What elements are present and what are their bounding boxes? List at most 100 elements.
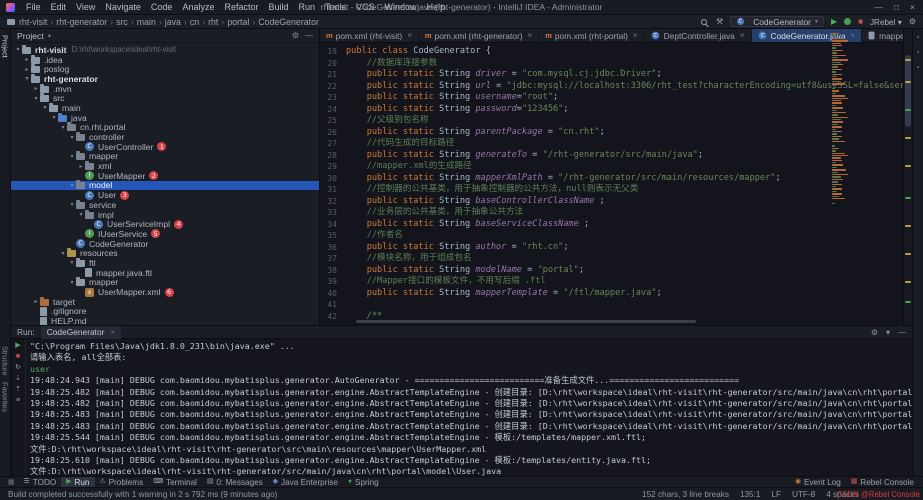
expand-arrow[interactable]: ▾ xyxy=(68,134,76,141)
scrollbar-thumb[interactable] xyxy=(905,55,911,127)
toolwindow-problems[interactable]: ⚠Problems xyxy=(95,477,149,487)
toolwindow-todo[interactable]: ☰TODO xyxy=(19,477,62,487)
tool-strip-button[interactable]: ▪ xyxy=(917,35,919,41)
toolwindow-run[interactable]: ▶Run xyxy=(61,477,94,487)
expand-arrow[interactable]: ▸ xyxy=(32,85,40,92)
tree-item[interactable]: ▾controller xyxy=(11,132,319,142)
tree-item[interactable]: ▾rht-generator xyxy=(11,74,319,84)
menu-navigate[interactable]: Navigate xyxy=(100,2,146,12)
tool-strip-button[interactable]: ▪ xyxy=(917,50,919,56)
settings-gear-icon[interactable]: ⚙ xyxy=(292,31,299,40)
jrebel-menu[interactable]: JRebel ▾ xyxy=(870,17,902,27)
close-icon[interactable]: × xyxy=(110,328,115,337)
expand-arrow[interactable]: ▾ xyxy=(68,201,76,208)
maximize-icon[interactable]: □ xyxy=(894,2,899,12)
tree-item[interactable]: ▾ftl xyxy=(11,258,319,268)
breadcrumb-item[interactable]: rht xyxy=(208,17,218,27)
expand-arrow[interactable]: ▾ xyxy=(14,46,22,53)
breadcrumb-item[interactable]: rht-visit xyxy=(19,17,47,27)
tree-item[interactable]: xUserMapper.xml6 xyxy=(11,287,319,297)
minimize-icon[interactable]: — xyxy=(874,2,883,12)
settings-gear-icon[interactable]: ⚙ xyxy=(909,18,916,26)
tree-item[interactable]: CUser3 xyxy=(11,190,319,200)
expand-arrow[interactable]: ▸ xyxy=(77,163,85,170)
tree-item[interactable]: ▾resources xyxy=(11,248,319,258)
close-icon[interactable]: × xyxy=(528,31,533,40)
scroll-up-icon[interactable]: ⇡ xyxy=(15,386,21,393)
breadcrumb-item[interactable]: rht-generator xyxy=(56,17,107,27)
tree-item[interactable]: ▾mapper xyxy=(11,278,319,288)
tree-item[interactable]: IUserMapper2 xyxy=(11,171,319,181)
run-button[interactable]: ▶ xyxy=(831,18,837,26)
expand-arrow[interactable]: ▾ xyxy=(68,279,76,286)
editor-tab[interactable]: mpom.xml (rht-generator)× xyxy=(419,29,539,42)
expand-arrow[interactable]: ▾ xyxy=(68,153,76,160)
expand-arrow[interactable]: ▾ xyxy=(41,104,49,111)
close-icon[interactable]: × xyxy=(633,31,638,40)
settings-gear-icon[interactable]: ⚙ xyxy=(871,328,878,337)
hide-panel-icon[interactable]: — xyxy=(898,328,906,337)
search-icon[interactable] xyxy=(701,19,707,25)
status-item[interactable]: UTF-8 xyxy=(792,490,815,499)
close-icon[interactable]: × xyxy=(740,31,745,40)
tree-item[interactable]: ▾service xyxy=(11,200,319,210)
build-hammer-icon[interactable]: ⚒ xyxy=(716,18,723,26)
debug-button[interactable] xyxy=(844,18,851,25)
status-item[interactable]: 152 chars, 3 line breaks xyxy=(642,490,729,499)
soft-wrap-icon[interactable]: ≡ xyxy=(16,397,20,404)
editor-tab[interactable]: mpom.xml (rht-visit)× xyxy=(320,29,419,42)
stop-button[interactable]: ■ xyxy=(858,18,863,26)
tree-item[interactable]: ▸.idea xyxy=(11,55,319,65)
editor-tab[interactable]: CDeptController.java× xyxy=(645,29,752,42)
menu-edit[interactable]: Edit xyxy=(46,2,72,12)
close-icon[interactable]: × xyxy=(850,31,855,40)
tree-item[interactable]: ▾model xyxy=(11,181,319,191)
tree-item[interactable]: ▾java xyxy=(11,113,319,123)
tool-strip-button[interactable]: ▪ xyxy=(917,65,919,71)
tree-item[interactable]: ▾impl xyxy=(11,210,319,220)
tree-item[interactable]: CUserServiceImpl4 xyxy=(11,219,319,229)
scroll-down-icon[interactable]: ⇣ xyxy=(15,375,21,382)
toolstrip-favorites[interactable]: Favorites xyxy=(1,382,10,412)
menu-help[interactable]: Help xyxy=(422,2,451,12)
code-area[interactable]: 19public class CodeGenerator {20 //数据库连接… xyxy=(320,43,912,325)
collapse-icon[interactable]: ▾ xyxy=(886,328,890,337)
run-config-select[interactable]: C CodeGenerator ▾ xyxy=(730,16,824,27)
menu-refactor[interactable]: Refactor xyxy=(219,2,263,12)
breadcrumb-item[interactable]: main xyxy=(137,17,156,27)
menu-view[interactable]: View xyxy=(71,2,100,12)
status-item[interactable]: LF xyxy=(771,490,781,499)
breadcrumb-item[interactable]: portal xyxy=(227,17,249,27)
toolstrip-structure[interactable]: Structure xyxy=(1,346,10,376)
tree-item[interactable]: ▾mapper xyxy=(11,152,319,162)
expand-arrow[interactable]: ▾ xyxy=(68,182,76,189)
stop-icon[interactable]: ■ xyxy=(16,353,20,360)
restore-layout-icon[interactable]: ↻ xyxy=(15,364,21,371)
expand-arrow[interactable]: ▾ xyxy=(77,211,85,218)
expand-arrow[interactable]: ▾ xyxy=(59,124,67,131)
tree-item[interactable]: ▾rht-visitD:\rht\workspace\ideal\rht-vis… xyxy=(11,45,319,55)
expand-arrow[interactable]: ▾ xyxy=(32,95,40,102)
breadcrumb-item[interactable]: src xyxy=(116,17,128,27)
toolwindow-rebel[interactable]: ▦Rebel Console xyxy=(846,477,919,487)
menu-window[interactable]: Window xyxy=(380,2,422,12)
toolwindow-terminal[interactable]: ⌨Terminal xyxy=(148,477,202,487)
breadcrumb-item[interactable]: CodeGenerator xyxy=(258,17,319,27)
expand-arrow[interactable]: ▸ xyxy=(32,298,40,305)
toolstrip-project[interactable]: Project xyxy=(1,35,10,58)
tree-item[interactable]: ▾src xyxy=(11,93,319,103)
toolwindow-javaee[interactable]: ◆Java Enterprise xyxy=(268,477,343,487)
expand-arrow[interactable]: ▾ xyxy=(59,250,67,257)
menu-code[interactable]: Code xyxy=(146,2,178,12)
expand-arrow[interactable]: ▾ xyxy=(23,75,31,82)
tree-item[interactable]: IIUserService5 xyxy=(11,229,319,239)
menu-file[interactable]: File xyxy=(21,2,46,12)
expand-arrow[interactable]: ▾ xyxy=(50,114,58,121)
tree-item[interactable]: CCodeGenerator xyxy=(11,239,319,249)
breadcrumb-item[interactable]: cn xyxy=(190,17,199,27)
tree-item[interactable]: mapper.java.ftl xyxy=(11,268,319,278)
expand-arrow[interactable]: ▾ xyxy=(68,259,76,266)
tree-item[interactable]: HELP.md xyxy=(11,316,319,325)
tree-item[interactable]: ▸target xyxy=(11,297,319,307)
menu-tools[interactable]: Tools xyxy=(320,2,351,12)
